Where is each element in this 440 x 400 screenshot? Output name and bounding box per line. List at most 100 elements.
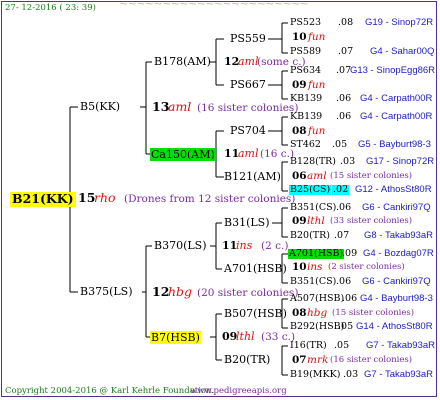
g4-b-17: G6 - Cankiri97Q bbox=[362, 276, 431, 287]
g4-b-14: G8 - Takab93aR bbox=[364, 230, 434, 241]
g4-v-6: .06 bbox=[336, 111, 352, 122]
g4-num-19: 08 bbox=[292, 307, 307, 319]
g1-num-1: 12 bbox=[152, 284, 170, 299]
root-note: (Drones from 12 sister colonies) bbox=[124, 193, 296, 205]
g2-mark-0: aml bbox=[238, 55, 259, 68]
g4-a-11[interactable]: B25(CS) bbox=[289, 185, 332, 195]
g1-num-0: 13 bbox=[152, 99, 170, 114]
g4-b-12: G6 - Cankiri97Q bbox=[362, 202, 431, 213]
g4-v-15: .09 bbox=[342, 248, 358, 259]
g1-node-1[interactable]: B375(LS) bbox=[80, 286, 133, 297]
g3-node-7[interactable]: B20(TR) bbox=[224, 354, 270, 365]
g4-num-22: 07 bbox=[292, 354, 307, 366]
g4-a-9[interactable]: B128(TR) bbox=[290, 157, 336, 167]
g4-b-15: G4 - Bozdag07R bbox=[363, 248, 434, 259]
footer-link[interactable]: www.pedigreeapis.org bbox=[190, 387, 287, 396]
g4-note-16: (2 sister colonies) bbox=[328, 262, 405, 272]
g4-v-12: .06 bbox=[336, 202, 352, 213]
g4-note-22: (16 sister colonies) bbox=[330, 355, 413, 365]
footer-copyright: Copyright 2004-2016 @ Karl Kehrle Founda… bbox=[5, 386, 215, 396]
g1-mark-0: aml bbox=[168, 99, 192, 114]
g2-node-3[interactable]: B7(HSB) bbox=[150, 331, 201, 344]
g4-v-0: .08 bbox=[338, 17, 354, 28]
g4-b-2: G4 - Sahar00Q bbox=[370, 46, 435, 57]
g4-b-21: G7 - Takab93aR bbox=[366, 340, 436, 351]
g2-node-1[interactable]: Ca150(AM) bbox=[150, 148, 216, 161]
g4-b-11: G12 - AthosSt80R bbox=[355, 184, 432, 195]
g4-a-18[interactable]: A507(HSB) bbox=[290, 294, 344, 304]
g3-node-2[interactable]: PS704 bbox=[230, 125, 266, 136]
g4-a-6[interactable]: KB139 bbox=[290, 112, 322, 122]
g4-a-0[interactable]: PS523 bbox=[290, 18, 321, 28]
g4-v-18: .06 bbox=[342, 293, 358, 304]
g4-mark-4: fun bbox=[308, 79, 326, 91]
g4-num-4: 09 bbox=[292, 79, 307, 91]
g4-v-23: .03 bbox=[343, 369, 359, 380]
g4-num-1: 10 bbox=[292, 31, 307, 43]
g4-v-3: .07 bbox=[336, 65, 352, 76]
g4-mark-13: lthl bbox=[307, 215, 325, 227]
root-num: 15 bbox=[78, 190, 96, 205]
g2-mark-2: ins bbox=[236, 239, 253, 252]
g4-v-21: .05 bbox=[334, 340, 350, 351]
g3-node-4[interactable]: B31(LS) bbox=[224, 217, 270, 228]
g4-b-8: G5 - Bayburt98-3 bbox=[358, 139, 431, 150]
timestamp: 27- 12-2016 ( 23: 39) bbox=[5, 3, 96, 13]
g4-mark-19: hbg bbox=[307, 307, 328, 319]
g4-num-16: 10 bbox=[292, 261, 307, 273]
g4-v-5: .06 bbox=[336, 93, 352, 104]
g2-note-2: (2 c.) bbox=[261, 240, 289, 252]
g4-b-5: G4 - Carpath00R bbox=[360, 93, 433, 104]
g4-mark-10: aml bbox=[307, 170, 327, 182]
g1-mark-1: hbg bbox=[168, 284, 193, 299]
g4-note-13: (33 sister colonies) bbox=[330, 216, 413, 226]
root-queen[interactable]: B21(KK) bbox=[10, 192, 76, 207]
g4-a-17[interactable]: B351(CS) bbox=[290, 277, 336, 287]
g4-mark-22: mrk bbox=[307, 354, 329, 366]
g4-mark-16: ins bbox=[307, 261, 323, 273]
g4-mark-7: fun bbox=[308, 125, 326, 137]
g3-node-6[interactable]: B507(HSB) bbox=[224, 308, 287, 319]
g4-num-10: 06 bbox=[292, 170, 307, 182]
g1-note-0: (16 sister colonies) bbox=[197, 102, 299, 114]
g4-mark-1: fun bbox=[308, 31, 326, 43]
g2-node-2[interactable]: B370(LS) bbox=[154, 240, 207, 251]
g4-a-14[interactable]: B20(TR) bbox=[290, 231, 330, 241]
g4-b-18: G4 - Bayburt98-3 bbox=[360, 293, 433, 304]
g2-mark-1: aml bbox=[238, 147, 259, 160]
g4-b-0: G19 - Sinop72R bbox=[365, 17, 434, 28]
g4-v-14: .07 bbox=[334, 230, 350, 241]
g4-v-17: .06 bbox=[336, 276, 352, 287]
g4-a-2[interactable]: PS589 bbox=[290, 47, 321, 57]
g3-node-0[interactable]: PS559 bbox=[230, 33, 266, 44]
g3-node-5[interactable]: A701(HSB) bbox=[224, 263, 287, 274]
g4-a-3[interactable]: PS634 bbox=[290, 66, 321, 76]
g4-b-20: G14 - AthosSt80R bbox=[356, 321, 433, 332]
g2-node-0[interactable]: B178(AM) bbox=[154, 56, 211, 67]
g4-v-8: .05 bbox=[332, 139, 348, 150]
g4-a-5[interactable]: KB139 bbox=[290, 94, 322, 104]
g4-v-11: .02 bbox=[332, 184, 350, 195]
g4-num-7: 08 bbox=[292, 125, 307, 137]
g4-a-12[interactable]: B351(CS) bbox=[290, 203, 336, 213]
g4-note-19: (15 sister colonies) bbox=[332, 308, 415, 318]
g3-node-3[interactable]: B121(AM) bbox=[224, 171, 281, 182]
root-mark: rho bbox=[94, 190, 116, 205]
g2-note-1: (16 c.) bbox=[260, 148, 295, 160]
g2-mark-3: lthl bbox=[236, 330, 255, 343]
g4-b-23: G7 - Takab93aR bbox=[364, 369, 434, 380]
g4-b-9: G17 - Sinop72R bbox=[366, 156, 435, 167]
g1-node-0[interactable]: B5(KK) bbox=[80, 101, 120, 112]
g1-note-1: (20 sister colonies) bbox=[197, 287, 299, 299]
g4-b-3: G13 - SinopEgg86R bbox=[350, 65, 436, 76]
g4-note-10: (15 sister colonies) bbox=[330, 171, 413, 181]
g4-num-13: 09 bbox=[292, 215, 307, 227]
g4-a-15[interactable]: A701(HSB) bbox=[288, 249, 345, 259]
g4-a-20[interactable]: B292(HSB) bbox=[290, 322, 344, 332]
g4-a-21[interactable]: I16(TR) bbox=[290, 341, 327, 351]
g4-a-23[interactable]: B19(MKK) bbox=[290, 370, 340, 380]
g4-v-20: .05 bbox=[338, 321, 354, 332]
g4-v-9: .03 bbox=[340, 156, 356, 167]
g4-a-8[interactable]: ST462 bbox=[290, 140, 321, 150]
g3-node-1[interactable]: PS667 bbox=[230, 79, 266, 90]
